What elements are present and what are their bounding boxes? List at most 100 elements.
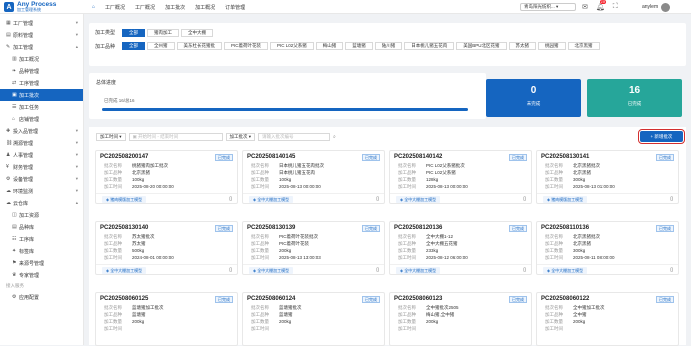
factory-select[interactable]: 青岛阳光纺织... ▾ <box>520 3 576 11</box>
bookmark-icon[interactable]: ▯ <box>523 196 526 202</box>
chevron-down-icon: ▾ <box>556 4 559 9</box>
brand-logo[interactable]: A Any Process 加工管理系统 <box>4 1 86 13</box>
sidebar-item[interactable]: ▥ 加工概况 <box>0 53 83 65</box>
batch-card[interactable]: PC202508060123 已完成 批次名称 全中猪批次2505 加工品种 梅山猪,全中… <box>389 292 532 346</box>
field-value: 全中猪加工批次 <box>573 305 605 310</box>
model-label: 全中大棚加工模型 <box>404 268 437 273</box>
field-label: 批次名称 <box>251 305 269 310</box>
sidebar-item[interactable]: ⇄ 工序管理 <box>0 77 83 89</box>
variety-chip[interactable]: 北京黑猪 <box>567 42 600 50</box>
type-chip[interactable]: 全中大棚 <box>181 28 213 37</box>
field-value: 2025-08-13 00:00:00 <box>279 184 321 189</box>
variety-chip[interactable]: 全部 <box>122 42 145 50</box>
user-menu[interactable]: anylem <box>642 2 671 12</box>
variety-chip[interactable]: 陆川猪 <box>374 42 403 50</box>
sidebar-item[interactable]: ▣ 加工批次 <box>0 89 83 101</box>
nav-item[interactable]: 工厂概况 <box>135 4 155 11</box>
field-value: PIC着荷叶花装批次 <box>279 234 319 239</box>
field-label: 加工数量 <box>398 248 416 253</box>
date-range-input[interactable]: ▣ 开始时间 - 结束时间 <box>128 132 223 141</box>
batch-card[interactable]: PC202508200147 已完成 批次名称 桃猪猪肉加工批次 加工品种 北京黑猪 加工数… <box>95 150 238 204</box>
sidebar-item[interactable]: ☁ 云仓库 ▴ <box>0 197 83 209</box>
add-batch-button[interactable]: + 新增批次 <box>638 129 685 144</box>
sidebar-item[interactable]: ☷ 工序库 <box>0 233 83 245</box>
procedure-icon: ☷ <box>12 236 17 242</box>
sidebar-item[interactable]: ⛓ 溯源管理 ▾ <box>0 137 83 149</box>
sidebar-item[interactable]: ♟ 人事管理 ▾ <box>0 149 83 161</box>
type-chip[interactable]: 全部 <box>122 28 145 37</box>
batch-field: 加工数量 200kg <box>251 319 291 325</box>
batch-card[interactable]: PC202508060125 已完成 批次名称 蓝塘猪加工批次 加工品种 蓝塘猪 加工数量 2… <box>95 292 238 346</box>
field-label: 加工时间 <box>104 255 122 260</box>
sidebar-item[interactable]: ▤ 原料管理 ▾ <box>0 29 83 41</box>
nav-item[interactable]: 订单管理 <box>225 4 245 11</box>
batch-card[interactable]: PC202508130140 已完成 批次名称 苏太猪批次 加工品种 苏太猪 加工数量 500… <box>95 221 238 275</box>
batch-card[interactable]: PC202508060124 已完成 批次名称 蓝塘猪批次 加工品种 蓝塘猪 加工数量 200… <box>242 292 385 346</box>
search-icon[interactable]: ⌕ <box>333 134 336 140</box>
batch-field: 加工数量 500kg <box>104 248 144 254</box>
variety-chip[interactable]: 全州猪 <box>147 42 175 50</box>
batch-card[interactable]: PC202508060122 已完成 批次名称 全中猪加工批次 加工品种 全中猪 加工数量 2… <box>536 292 679 346</box>
sidebar-item[interactable]: ◫ 加工资源 <box>0 209 83 221</box>
time-type-select[interactable]: 加工时间 ▾ <box>96 132 126 141</box>
variety-chip[interactable]: 美国BPU北区花猪 <box>456 42 507 50</box>
variety-chip[interactable]: 苏太猪 <box>508 42 537 50</box>
sidebar-item[interactable]: ☰ 加工任务 <box>0 101 83 113</box>
sidebar-item[interactable]: ⚙ 设备管理 ▾ <box>0 173 83 185</box>
sidebar-item[interactable]: ¥ 财务管理 ▾ <box>0 161 83 173</box>
nav-item[interactable]: 加工概况 <box>195 4 215 11</box>
sidebar-item[interactable]: ▦ 工厂管理 ▾ <box>0 17 83 29</box>
sidebar-item-label: 设备管理 <box>13 176 34 183</box>
bell-icon[interactable]: 🔔︎ 19 <box>596 0 606 11</box>
model-button[interactable]: ◈ 全中大棚加工模型 <box>249 196 294 203</box>
bookmark-icon[interactable]: ▯ <box>376 196 379 202</box>
sidebar-item[interactable]: ✦ 标签库 <box>0 245 83 257</box>
batch-card[interactable]: PC202508110136 已完成 批次名称 北京黑猪批次 加工品种 北京黑猪 加工数量 3… <box>536 221 679 275</box>
batch-card[interactable]: PC202508130139 已完成 批次名称 PIC着荷叶花装批次 加工品种 PIC着荷… <box>242 221 385 275</box>
sidebar-item[interactable]: ⚙ 应用配置 <box>0 291 83 303</box>
variety-chip[interactable]: 日本桃儿猪五花肉 <box>404 42 455 50</box>
model-button[interactable]: ◈ 全中大棚加工模型 <box>249 267 294 274</box>
sidebar-item[interactable]: ⌂ 店铺管理 <box>0 113 83 125</box>
model-button[interactable]: ◈ 猪肉模版加工模型 <box>543 196 588 203</box>
variety-chip[interactable]: PIC L02父系猪 <box>270 42 314 50</box>
model-button[interactable]: ◈ 全中大棚加工模型 <box>102 267 147 274</box>
bookmark-icon[interactable]: ▯ <box>523 267 526 273</box>
model-button[interactable]: ◈ 全中大棚加工模型 <box>396 267 441 274</box>
variety-chip[interactable]: 美东杜长花猪批 <box>176 42 222 50</box>
batch-field-select[interactable]: 加工批次 ▾ <box>225 132 256 141</box>
sidebar-item[interactable]: ❧ 品种管理 <box>0 65 83 77</box>
sidebar-item[interactable]: ☁ 环境监测 ▾ <box>0 185 83 197</box>
bookmark-icon[interactable]: ▯ <box>670 196 673 202</box>
home-icon[interactable]: ⌂ <box>92 4 95 10</box>
nav-item[interactable]: 加工批次 <box>165 4 185 11</box>
type-chip[interactable]: 猪肉加工 <box>147 28 179 37</box>
batch-field: 加工数量 200kg <box>251 248 291 254</box>
nav-item[interactable]: 工厂概况 <box>105 4 125 11</box>
field-label: 加工数量 <box>545 248 563 253</box>
batch-card[interactable]: PC202508140145 已完成 批次名称 日本桃儿猪五花肉批次 加工品种 日本桃儿猪… <box>242 150 385 204</box>
search-input[interactable]: 请输入批次编号 <box>258 132 331 141</box>
fullscreen-icon[interactable]: ⛶ <box>613 3 618 11</box>
batch-card[interactable]: PC202508140142 已完成 批次名称 PIC L02父系猪批次 加工品种 PIC… <box>389 150 532 204</box>
variety-chip[interactable]: PIC着荷叶花装 <box>224 42 269 50</box>
model-button[interactable]: ◈ 全中大棚加工模型 <box>396 196 441 203</box>
sidebar-item[interactable]: ✚ 投入品管理 ▾ <box>0 125 83 137</box>
variety-chip[interactable]: 桃园猪 <box>538 42 566 50</box>
sidebar-item[interactable]: ✎ 加工管理 ▴ <box>0 41 83 53</box>
sidebar-item[interactable]: ▤ 品种库 <box>0 221 83 233</box>
sidebar-item[interactable]: ♛ 专家管理 <box>0 269 83 281</box>
mail-icon[interactable]: ✉ <box>582 3 588 11</box>
model-button[interactable]: ◈ 全中大棚加工模型 <box>543 267 588 274</box>
bookmark-icon[interactable]: ▯ <box>229 196 232 202</box>
field-label: 加工数量 <box>545 319 563 324</box>
variety-chip[interactable]: 蓝塘猪 <box>345 42 373 50</box>
model-button[interactable]: ◈ 猪肉模版加工模型 <box>102 196 147 203</box>
variety-chip[interactable]: 梅山猪 <box>315 42 344 50</box>
bookmark-icon[interactable]: ▯ <box>229 267 232 273</box>
bookmark-icon[interactable]: ▯ <box>670 267 673 273</box>
sidebar-item[interactable]: ⚑ 来源号管理 <box>0 257 83 269</box>
batch-card[interactable]: PC202508120136 已完成 批次名称 全中大棚1-12 加工品种 全中大棚五花猪… <box>389 221 532 275</box>
batch-card[interactable]: PC202508130141 已完成 批次名称 北京黑猪批次 加工品种 北京黑猪 加工数量 3… <box>536 150 679 204</box>
bookmark-icon[interactable]: ▯ <box>376 267 379 273</box>
